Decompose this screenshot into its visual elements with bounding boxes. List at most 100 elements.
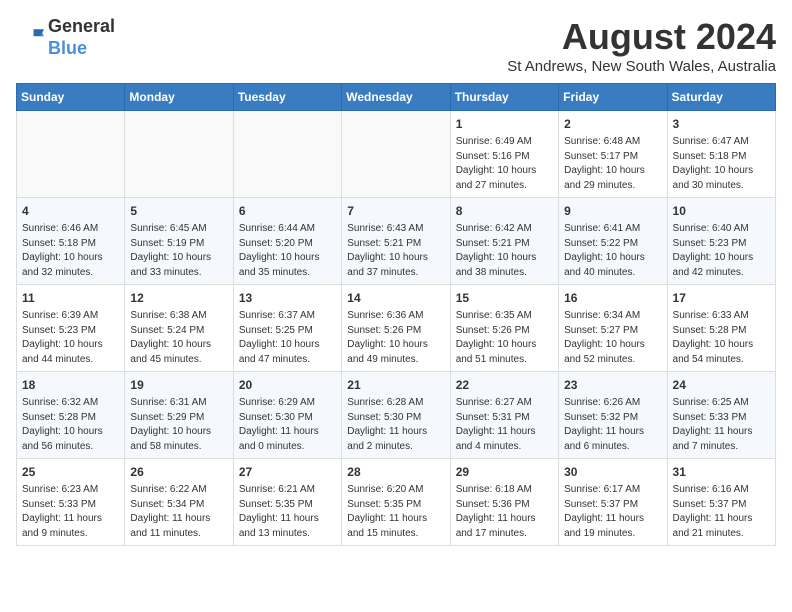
calendar-cell: 31 Sunrise: 6:16 AM Sunset: 5:37 PM Dayli… bbox=[667, 459, 775, 546]
day-info: Sunrise: 6:28 AM Sunset: 5:30 PM Dayligh… bbox=[347, 396, 444, 454]
calendar-cell: 8Sunrise: 6:42 AM Sunset: 5:21 PM Daylig… bbox=[450, 198, 558, 285]
logo: General Blue bbox=[16, 16, 115, 59]
calendar-header: SundayMondayTuesdayWednesdayThursdayFrid… bbox=[17, 84, 776, 111]
day-number: 10 bbox=[673, 202, 770, 220]
day-number: 17 bbox=[673, 289, 770, 307]
week-row-2: 4 Sunrise: 6:46 AM Sunset: 5:18 PM Daylig… bbox=[17, 198, 776, 285]
week-row-3: 11Sunrise: 6:39 AM Sunset: 5:23 PM Dayli… bbox=[17, 285, 776, 372]
day-info: Sunrise: 6:23 AM Sunset: 5:33 PM Dayligh… bbox=[22, 483, 119, 541]
day-number: 12 bbox=[130, 289, 227, 307]
logo-blue-text: Blue bbox=[48, 38, 87, 58]
day-number: 6 bbox=[239, 202, 336, 220]
calendar-cell: 30 Sunrise: 6:17 AM Sunset: 5:37 PM Dayli… bbox=[559, 459, 667, 546]
day-number: 3 bbox=[673, 115, 770, 133]
day-number: 9 bbox=[564, 202, 661, 220]
day-number: 19 bbox=[130, 376, 227, 394]
day-number: 28 bbox=[347, 463, 444, 481]
day-number: 30 bbox=[564, 463, 661, 481]
calendar-cell: 6 Sunrise: 6:44 AM Sunset: 5:20 PM Daylig… bbox=[233, 198, 341, 285]
day-number: 29 bbox=[456, 463, 553, 481]
day-number: 13 bbox=[239, 289, 336, 307]
day-info: Sunrise: 6:29 AM Sunset: 5:30 PM Dayligh… bbox=[239, 396, 336, 454]
day-info: Sunrise: 6:22 AM Sunset: 5:34 PM Dayligh… bbox=[130, 483, 227, 541]
day-info: Sunrise: 6:20 AM Sunset: 5:35 PM Dayligh… bbox=[347, 483, 444, 541]
calendar-cell: 15 Sunrise: 6:35 AM Sunset: 5:26 PM Dayli… bbox=[450, 285, 558, 372]
week-row-5: 25Sunrise: 6:23 AM Sunset: 5:33 PM Dayli… bbox=[17, 459, 776, 546]
calendar-cell: 27 Sunrise: 6:21 AM Sunset: 5:35 PM Dayli… bbox=[233, 459, 341, 546]
day-info: Sunrise: 6:18 AM Sunset: 5:36 PM Dayligh… bbox=[456, 483, 553, 541]
calendar-cell: 17 Sunrise: 6:33 AM Sunset: 5:28 PM Dayli… bbox=[667, 285, 775, 372]
day-info: Sunrise: 6:49 AM Sunset: 5:16 PM Dayligh… bbox=[456, 135, 553, 193]
calendar-cell: 1 Sunrise: 6:49 AM Sunset: 5:16 PM Daylig… bbox=[450, 111, 558, 198]
day-info: Sunrise: 6:48 AM Sunset: 5:17 PM Dayligh… bbox=[564, 135, 661, 193]
calendar-cell: 23 Sunrise: 6:26 AM Sunset: 5:32 PM Dayli… bbox=[559, 372, 667, 459]
calendar-cell: 9 Sunrise: 6:41 AM Sunset: 5:22 PM Daylig… bbox=[559, 198, 667, 285]
day-info: Sunrise: 6:27 AM Sunset: 5:31 PM Dayligh… bbox=[456, 396, 553, 454]
day-number: 31 bbox=[673, 463, 770, 481]
day-info: Sunrise: 6:45 AM Sunset: 5:19 PM Dayligh… bbox=[130, 222, 227, 280]
logo-icon bbox=[16, 24, 44, 52]
day-info: Sunrise: 6:36 AM Sunset: 5:26 PM Dayligh… bbox=[347, 309, 444, 367]
day-info: Sunrise: 6:43 AM Sunset: 5:21 PM Dayligh… bbox=[347, 222, 444, 280]
day-info: Sunrise: 6:21 AM Sunset: 5:35 PM Dayligh… bbox=[239, 483, 336, 541]
day-info: Sunrise: 6:42 AM Sunset: 5:21 PM Dayligh… bbox=[456, 222, 553, 280]
week-row-1: 1 Sunrise: 6:49 AM Sunset: 5:16 PM Daylig… bbox=[17, 111, 776, 198]
day-info: Sunrise: 6:38 AM Sunset: 5:24 PM Dayligh… bbox=[130, 309, 227, 367]
day-number: 1 bbox=[456, 115, 553, 133]
day-number: 4 bbox=[22, 202, 119, 220]
calendar-cell: 7Sunrise: 6:43 AM Sunset: 5:21 PM Daylig… bbox=[342, 198, 450, 285]
calendar-cell: 4 Sunrise: 6:46 AM Sunset: 5:18 PM Daylig… bbox=[17, 198, 125, 285]
calendar-cell: 11Sunrise: 6:39 AM Sunset: 5:23 PM Dayli… bbox=[17, 285, 125, 372]
day-info: Sunrise: 6:17 AM Sunset: 5:37 PM Dayligh… bbox=[564, 483, 661, 541]
day-info: Sunrise: 6:31 AM Sunset: 5:29 PM Dayligh… bbox=[130, 396, 227, 454]
calendar-cell: 5 Sunrise: 6:45 AM Sunset: 5:19 PM Daylig… bbox=[125, 198, 233, 285]
day-number: 24 bbox=[673, 376, 770, 394]
day-info: Sunrise: 6:35 AM Sunset: 5:26 PM Dayligh… bbox=[456, 309, 553, 367]
day-number: 16 bbox=[564, 289, 661, 307]
day-header-friday: Friday bbox=[559, 84, 667, 111]
day-info: Sunrise: 6:41 AM Sunset: 5:22 PM Dayligh… bbox=[564, 222, 661, 280]
day-info: Sunrise: 6:26 AM Sunset: 5:32 PM Dayligh… bbox=[564, 396, 661, 454]
day-info: Sunrise: 6:16 AM Sunset: 5:37 PM Dayligh… bbox=[673, 483, 770, 541]
day-info: Sunrise: 6:25 AM Sunset: 5:33 PM Dayligh… bbox=[673, 396, 770, 454]
calendar-cell bbox=[342, 111, 450, 198]
title-block: August 2024 St Andrews, New South Wales,… bbox=[507, 16, 776, 75]
calendar-cell: 25Sunrise: 6:23 AM Sunset: 5:33 PM Dayli… bbox=[17, 459, 125, 546]
day-header-thursday: Thursday bbox=[450, 84, 558, 111]
day-info: Sunrise: 6:37 AM Sunset: 5:25 PM Dayligh… bbox=[239, 309, 336, 367]
calendar-cell: 2 Sunrise: 6:48 AM Sunset: 5:17 PM Daylig… bbox=[559, 111, 667, 198]
day-number: 5 bbox=[130, 202, 227, 220]
day-number: 15 bbox=[456, 289, 553, 307]
day-info: Sunrise: 6:33 AM Sunset: 5:28 PM Dayligh… bbox=[673, 309, 770, 367]
calendar-cell: 22Sunrise: 6:27 AM Sunset: 5:31 PM Dayli… bbox=[450, 372, 558, 459]
day-info: Sunrise: 6:34 AM Sunset: 5:27 PM Dayligh… bbox=[564, 309, 661, 367]
day-header-tuesday: Tuesday bbox=[233, 84, 341, 111]
day-info: Sunrise: 6:40 AM Sunset: 5:23 PM Dayligh… bbox=[673, 222, 770, 280]
day-number: 2 bbox=[564, 115, 661, 133]
day-info: Sunrise: 6:32 AM Sunset: 5:28 PM Dayligh… bbox=[22, 396, 119, 454]
day-info: Sunrise: 6:39 AM Sunset: 5:23 PM Dayligh… bbox=[22, 309, 119, 367]
calendar-cell: 10 Sunrise: 6:40 AM Sunset: 5:23 PM Dayli… bbox=[667, 198, 775, 285]
calendar-cell: 28 Sunrise: 6:20 AM Sunset: 5:35 PM Dayli… bbox=[342, 459, 450, 546]
calendar-cell: 24 Sunrise: 6:25 AM Sunset: 5:33 PM Dayli… bbox=[667, 372, 775, 459]
logo-general-text: General bbox=[48, 16, 115, 36]
location: St Andrews, New South Wales, Australia bbox=[507, 58, 776, 75]
calendar-cell bbox=[125, 111, 233, 198]
calendar-body: 1 Sunrise: 6:49 AM Sunset: 5:16 PM Daylig… bbox=[17, 111, 776, 546]
day-info: Sunrise: 6:44 AM Sunset: 5:20 PM Dayligh… bbox=[239, 222, 336, 280]
day-number: 18 bbox=[22, 376, 119, 394]
calendar-cell bbox=[17, 111, 125, 198]
month-year: August 2024 bbox=[507, 16, 776, 58]
day-number: 26 bbox=[130, 463, 227, 481]
day-header-monday: Monday bbox=[125, 84, 233, 111]
day-number: 21 bbox=[347, 376, 444, 394]
calendar-table: SundayMondayTuesdayWednesdayThursdayFrid… bbox=[16, 83, 776, 546]
day-number: 23 bbox=[564, 376, 661, 394]
day-header-saturday: Saturday bbox=[667, 84, 775, 111]
week-row-4: 18 Sunrise: 6:32 AM Sunset: 5:28 PM Dayli… bbox=[17, 372, 776, 459]
calendar-cell: 18 Sunrise: 6:32 AM Sunset: 5:28 PM Dayli… bbox=[17, 372, 125, 459]
calendar-cell: 19 Sunrise: 6:31 AM Sunset: 5:29 PM Dayli… bbox=[125, 372, 233, 459]
day-number: 27 bbox=[239, 463, 336, 481]
calendar-cell: 3Sunrise: 6:47 AM Sunset: 5:18 PM Daylig… bbox=[667, 111, 775, 198]
day-info: Sunrise: 6:46 AM Sunset: 5:18 PM Dayligh… bbox=[22, 222, 119, 280]
